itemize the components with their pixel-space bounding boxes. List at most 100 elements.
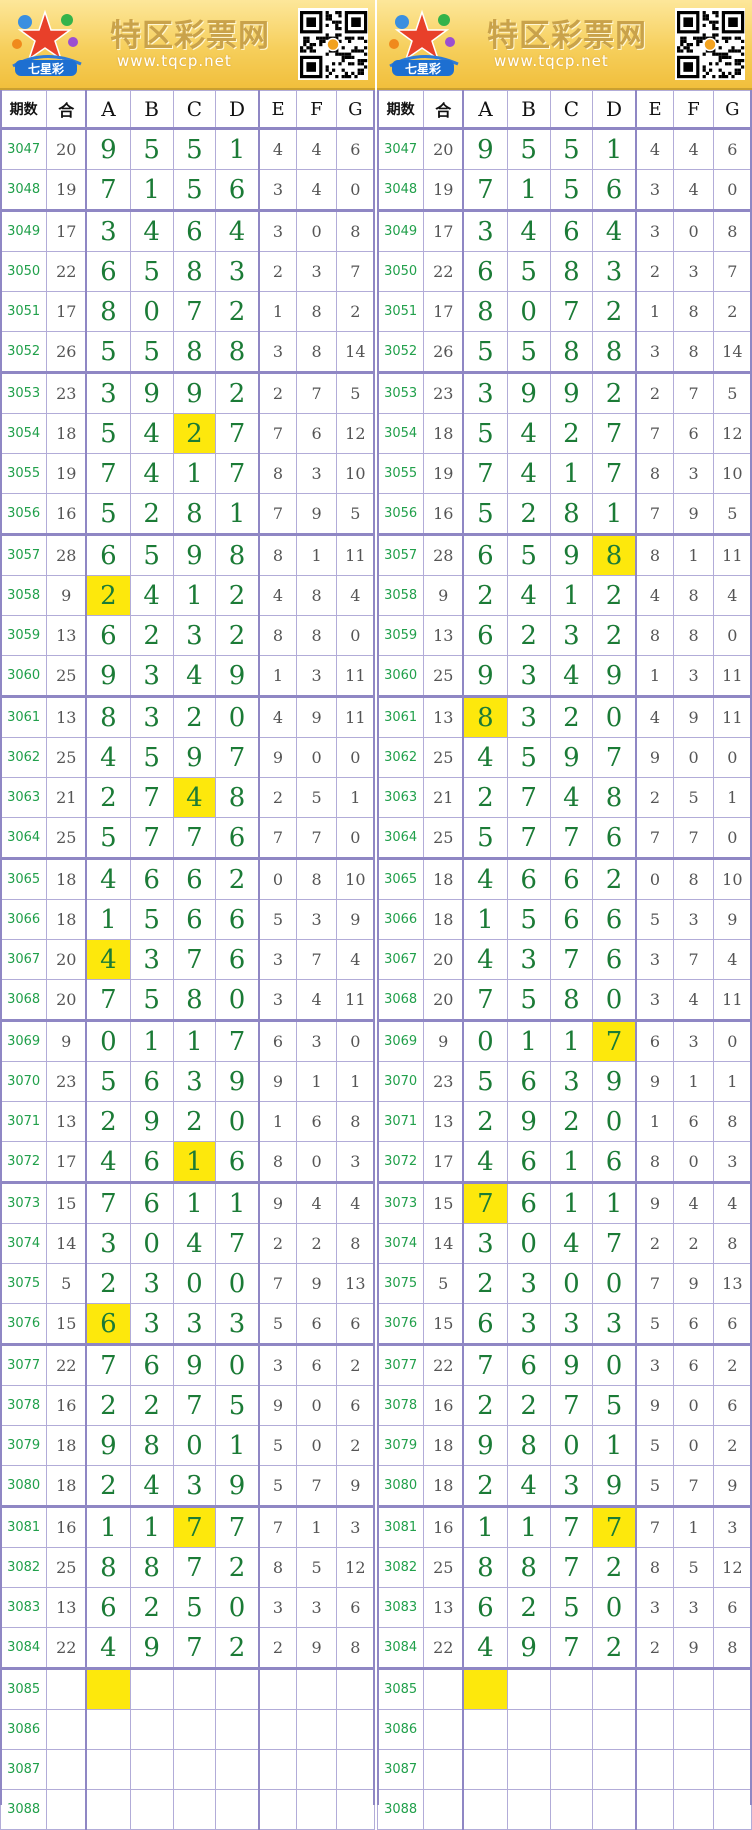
digit-b: 6 xyxy=(129,1061,174,1102)
sum-value: 18 xyxy=(46,413,87,454)
digit-f: 5 xyxy=(673,777,714,818)
digit-a: 7 xyxy=(462,1344,508,1386)
sum-value: 23 xyxy=(423,372,464,414)
digit-a: 8 xyxy=(462,696,508,738)
digit-b: 6 xyxy=(506,1182,551,1224)
digit-c: 4 xyxy=(549,655,594,698)
digit-g: 12 xyxy=(712,1547,752,1588)
digit-d: 9 xyxy=(215,1465,260,1508)
issue-number: 3080 xyxy=(376,1465,425,1508)
digit-f: 5 xyxy=(673,1547,714,1588)
digit-c: 3 xyxy=(549,615,594,656)
issue-number: 3086 xyxy=(376,1709,425,1750)
digit-d: 2 xyxy=(215,575,260,616)
digit-a: 2 xyxy=(85,575,131,616)
digit-d: 6 xyxy=(592,169,637,212)
sum-value: 9 xyxy=(423,1020,464,1062)
site-url[interactable]: www.tqcp.net xyxy=(494,52,609,70)
digit-e: 5 xyxy=(634,1303,675,1346)
digit-d: 6 xyxy=(215,817,260,860)
site-banner[interactable]: 七星彩 特区彩票网 www.tqcp.net xyxy=(377,0,752,90)
issue-number: 3086 xyxy=(0,1709,48,1750)
digit-b: 0 xyxy=(129,291,174,332)
digit-e xyxy=(257,1789,298,1830)
digit-a xyxy=(85,1668,131,1710)
digit-a: 7 xyxy=(462,1182,508,1224)
digit-a: 2 xyxy=(462,575,508,616)
table-row: 3069 9 0 1 1 7 6 3 0 xyxy=(0,1020,376,1062)
digit-e: 7 xyxy=(257,413,298,454)
digit-b: 0 xyxy=(129,1223,174,1264)
issue-number: 3076 xyxy=(0,1303,48,1346)
digit-g: 11 xyxy=(712,696,752,738)
issue-number: 3072 xyxy=(0,1141,48,1184)
digit-f: 8 xyxy=(673,615,714,656)
sum-value: 25 xyxy=(46,655,87,698)
sum-value: 13 xyxy=(46,696,87,738)
digit-e: 9 xyxy=(257,1061,298,1102)
digit-f: 8 xyxy=(296,331,337,374)
digit-g: 0 xyxy=(335,615,376,656)
issue-number: 3084 xyxy=(376,1627,425,1670)
digit-a: 6 xyxy=(85,1587,131,1628)
table-row: 3071 13 2 9 2 0 1 6 8 xyxy=(0,1101,376,1142)
digit-e: 4 xyxy=(257,575,298,616)
digit-g: 9 xyxy=(335,899,376,940)
digit-b xyxy=(129,1749,174,1790)
digit-a: 9 xyxy=(462,128,508,170)
digit-b: 4 xyxy=(129,575,174,616)
digit-c: 5 xyxy=(172,169,217,212)
digit-e: 5 xyxy=(257,1303,298,1346)
issue-number: 3079 xyxy=(0,1425,48,1466)
digit-b xyxy=(506,1749,551,1790)
digit-b: 5 xyxy=(506,899,551,940)
digit-e: 8 xyxy=(634,534,675,576)
digit-d: 3 xyxy=(215,1303,260,1346)
digit-a: 8 xyxy=(85,291,131,332)
table-row: 3087 xyxy=(376,1749,752,1790)
table-row: 3067 20 4 3 7 6 3 7 4 xyxy=(0,939,376,980)
digit-a: 2 xyxy=(462,1385,508,1426)
table-row: 3086 xyxy=(0,1709,376,1750)
digit-c xyxy=(172,1709,217,1750)
site-url[interactable]: www.tqcp.net xyxy=(117,52,232,70)
digit-f: 9 xyxy=(296,1627,337,1670)
digit-b: 7 xyxy=(129,777,174,818)
sum-value: 20 xyxy=(46,939,87,980)
digit-a: 1 xyxy=(462,1506,508,1548)
sum-value: 18 xyxy=(46,1465,87,1508)
table-row: 3073 15 7 6 1 1 9 4 4 xyxy=(376,1182,752,1224)
digit-d: 7 xyxy=(215,1223,260,1264)
digit-e xyxy=(257,1668,298,1710)
digit-c: 5 xyxy=(549,169,594,212)
issue-number: 3056 xyxy=(376,493,425,536)
sum-value: 18 xyxy=(423,858,464,900)
digit-e: 3 xyxy=(257,979,298,1022)
issue-number: 3068 xyxy=(376,979,425,1022)
digit-a: 4 xyxy=(85,1141,131,1184)
digit-a: 6 xyxy=(85,534,131,576)
digit-c: 4 xyxy=(549,1223,594,1264)
site-banner[interactable]: 七星彩 特区彩票网 www.tqcp.net xyxy=(0,0,375,90)
issue-number: 3059 xyxy=(376,615,425,656)
digit-f: 8 xyxy=(673,331,714,374)
digit-b xyxy=(506,1668,551,1710)
table-row: 3085 xyxy=(376,1668,752,1710)
digit-c xyxy=(172,1789,217,1830)
digit-b: 7 xyxy=(506,817,551,860)
table-row: 3051 17 8 0 7 2 1 8 2 xyxy=(0,291,376,332)
digit-c: 1 xyxy=(172,453,217,494)
digit-b: 5 xyxy=(506,979,551,1022)
digit-f: 4 xyxy=(673,128,714,170)
sum-value: 18 xyxy=(46,1425,87,1466)
digit-b xyxy=(129,1668,174,1710)
sum-value: 26 xyxy=(423,331,464,374)
digit-g: 1 xyxy=(712,777,752,818)
digit-e: 3 xyxy=(257,331,298,374)
digit-g xyxy=(335,1749,376,1790)
issue-number: 3084 xyxy=(0,1627,48,1670)
digit-d: 7 xyxy=(215,413,260,454)
digit-c xyxy=(172,1749,217,1790)
digit-d: 6 xyxy=(592,899,637,940)
table-row: 3060 25 9 3 4 9 1 3 11 xyxy=(0,655,376,698)
